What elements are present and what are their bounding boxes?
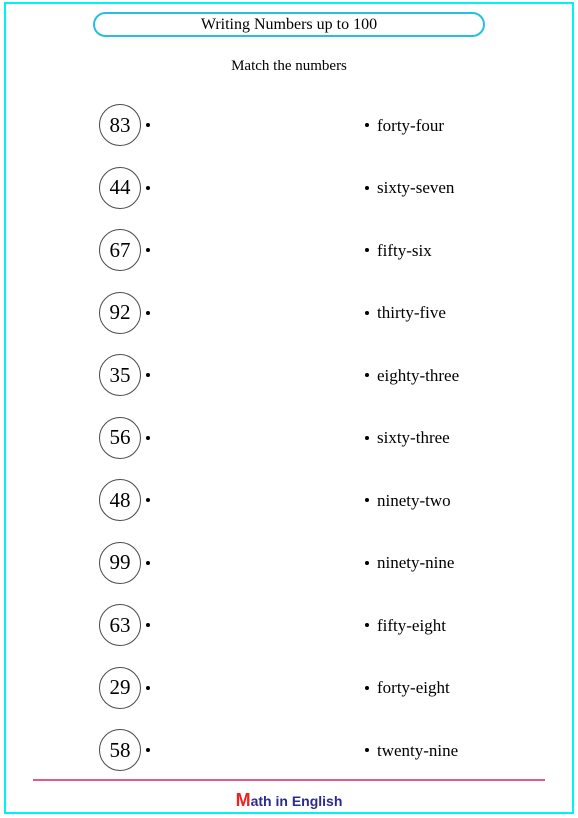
left-connector-dot[interactable] <box>146 685 150 690</box>
right-connector-dot[interactable] <box>365 623 369 627</box>
number-label: 99 <box>109 550 131 574</box>
left-connector-dot[interactable] <box>146 498 150 502</box>
number-label: 83 <box>109 112 131 137</box>
number-circle[interactable]: 44 <box>99 166 141 209</box>
right-connector-dot[interactable] <box>365 685 369 690</box>
word-item[interactable]: sixty-three <box>365 417 450 459</box>
number-label: 35 <box>109 362 131 387</box>
number-label: 44 <box>109 175 131 199</box>
number-circle[interactable]: 83 <box>99 104 141 146</box>
word-label: fifty-eight <box>377 615 446 635</box>
match-row: 29 forty-eight <box>0 666 578 730</box>
left-connector-dot[interactable] <box>146 310 150 315</box>
word-item[interactable]: forty-four <box>365 104 444 146</box>
left-connector-dot[interactable] <box>146 748 150 752</box>
number-circle[interactable]: 92 <box>99 291 141 334</box>
match-row: 35 eighty-three <box>0 354 578 417</box>
number-item[interactable]: 67 <box>99 229 150 271</box>
right-connector-dot[interactable] <box>365 123 369 127</box>
word-item[interactable]: fifty-eight <box>365 604 446 646</box>
right-connector-dot[interactable] <box>365 748 369 752</box>
logo-initial: M <box>235 790 251 810</box>
right-connector-dot[interactable] <box>365 248 369 252</box>
left-connector-dot[interactable] <box>146 373 150 377</box>
number-circle[interactable]: 99 <box>99 541 141 584</box>
instruction-text: Match the numbers <box>231 58 347 74</box>
number-label: 58 <box>109 737 131 762</box>
match-row: 92 thirty-five <box>0 291 578 355</box>
number-circle[interactable]: 48 <box>99 479 141 521</box>
word-label: ninety-two <box>377 490 451 510</box>
right-connector-dot[interactable] <box>365 310 369 315</box>
word-item[interactable]: fifty-six <box>365 229 432 271</box>
logo-label: ath in English <box>250 793 343 809</box>
word-label: forty-eight <box>377 678 450 697</box>
match-row: 56 sixty-three <box>0 416 578 480</box>
right-connector-dot[interactable] <box>365 373 369 377</box>
word-item[interactable]: sixty-seven <box>365 167 454 209</box>
match-row: 63 fifty-eight <box>0 604 578 667</box>
number-item[interactable]: 44 <box>99 166 150 209</box>
word-label: sixty-seven <box>377 178 455 197</box>
number-circle[interactable]: 29 <box>99 666 141 709</box>
site-logo: Math in English <box>0 790 578 811</box>
number-label: 56 <box>109 425 131 449</box>
footer-divider <box>33 779 545 781</box>
word-item[interactable]: twenty-nine <box>365 729 458 771</box>
number-circle[interactable]: 67 <box>99 229 141 271</box>
left-connector-dot[interactable] <box>146 435 150 440</box>
page-title: Writing Numbers up to 100 <box>200 15 378 33</box>
number-circle[interactable]: 58 <box>99 729 141 771</box>
word-item[interactable]: ninety-nine <box>365 542 454 584</box>
number-label: 29 <box>109 675 131 699</box>
number-item[interactable]: 29 <box>99 666 150 709</box>
number-label: 67 <box>109 237 131 262</box>
worksheet-title-box: Writing Numbers up to 100 <box>93 12 485 37</box>
left-connector-dot[interactable] <box>146 560 150 565</box>
worksheet-page: Writing Numbers up to 100 Match the numb… <box>0 0 578 818</box>
right-connector-dot[interactable] <box>365 560 369 565</box>
number-label: 92 <box>109 300 131 324</box>
match-row: 44 sixty-seven <box>0 166 578 230</box>
number-item[interactable]: 99 <box>99 541 150 584</box>
right-connector-dot[interactable] <box>365 185 369 190</box>
number-item[interactable]: 83 <box>99 104 150 146</box>
left-connector-dot[interactable] <box>146 248 150 252</box>
right-connector-dot[interactable] <box>365 498 369 502</box>
number-item[interactable]: 92 <box>99 291 150 334</box>
number-circle[interactable]: 35 <box>99 354 141 396</box>
number-label: 63 <box>109 612 131 637</box>
number-circle[interactable]: 56 <box>99 416 141 459</box>
match-row: 58 twenty-nine <box>0 729 578 792</box>
word-label: twenty-nine <box>377 740 459 760</box>
word-label: fifty-six <box>377 240 432 260</box>
right-connector-dot[interactable] <box>365 435 369 440</box>
number-item[interactable]: 63 <box>99 604 150 646</box>
word-label: sixty-three <box>377 428 450 447</box>
matching-rows: 83 forty-four 44 sixty-seven 67 fifty-six 92 th… <box>0 104 578 792</box>
match-row: 67 fifty-six <box>0 229 578 292</box>
number-item[interactable]: 58 <box>99 729 150 771</box>
left-connector-dot[interactable] <box>146 185 150 190</box>
word-item[interactable]: thirty-five <box>365 292 446 334</box>
number-item[interactable]: 56 <box>99 416 150 459</box>
match-row: 83 forty-four <box>0 104 578 167</box>
word-item[interactable]: forty-eight <box>365 667 450 709</box>
match-row: 48 ninety-two <box>0 479 578 542</box>
word-label: ninety-nine <box>377 553 455 572</box>
number-label: 48 <box>109 487 131 512</box>
match-row: 99 ninety-nine <box>0 541 578 605</box>
left-connector-dot[interactable] <box>146 123 150 127</box>
word-label: eighty-three <box>377 365 460 385</box>
number-item[interactable]: 35 <box>99 354 150 396</box>
word-label: thirty-five <box>377 303 446 322</box>
number-circle[interactable]: 63 <box>99 604 141 646</box>
number-item[interactable]: 48 <box>99 479 150 521</box>
word-item[interactable]: ninety-two <box>365 479 451 521</box>
word-label: forty-four <box>377 115 445 135</box>
word-item[interactable]: eighty-three <box>365 354 459 396</box>
left-connector-dot[interactable] <box>146 623 150 627</box>
